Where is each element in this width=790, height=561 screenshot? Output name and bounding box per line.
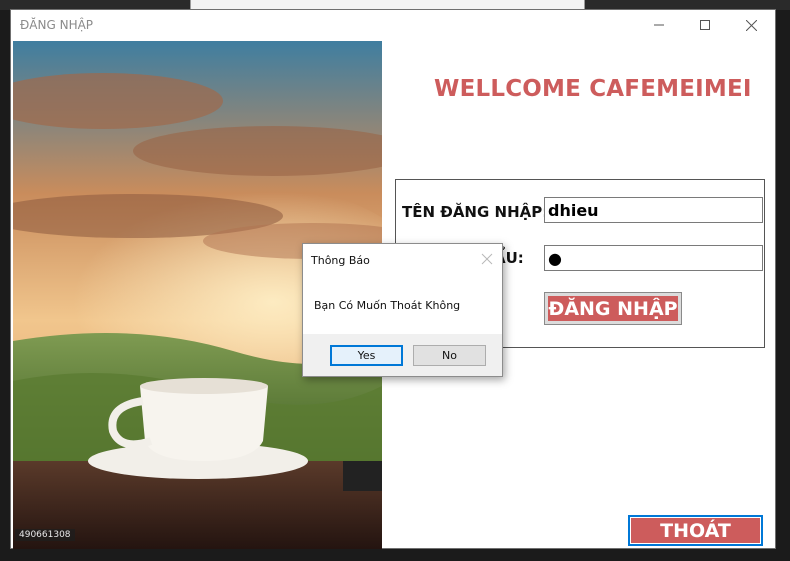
username-input[interactable] xyxy=(544,197,763,223)
minimize-icon xyxy=(654,24,664,26)
window-title: ĐĂNG NHẬP xyxy=(20,18,94,32)
dialog-message: Bạn Có Muốn Thoát Không xyxy=(314,299,461,312)
dialog-close-button[interactable] xyxy=(479,251,495,267)
close-icon xyxy=(745,19,757,31)
title-bar[interactable]: ĐĂNG NHẬP xyxy=(11,10,775,40)
close-icon xyxy=(481,253,493,265)
maximize-button[interactable] xyxy=(682,10,728,40)
confirm-dialog: Thông Báo Bạn Có Muốn Thoát Không Yes No xyxy=(302,243,503,377)
no-button[interactable]: No xyxy=(413,345,486,366)
username-label: TÊN ĐĂNG NHẬP: xyxy=(402,203,549,221)
photo-stock-id: 490661308 xyxy=(15,529,75,541)
maximize-icon xyxy=(700,20,710,30)
password-input[interactable] xyxy=(544,245,763,271)
minimize-button[interactable] xyxy=(636,10,682,40)
close-button[interactable] xyxy=(728,10,774,40)
exit-button[interactable]: THOÁT xyxy=(628,515,763,546)
yes-button[interactable]: Yes xyxy=(330,345,403,366)
dialog-title: Thông Báo xyxy=(311,254,370,267)
login-button[interactable]: ĐĂNG NHẬP xyxy=(544,292,682,325)
welcome-heading: WELLCOME CAFEMEIMEI xyxy=(434,76,752,102)
